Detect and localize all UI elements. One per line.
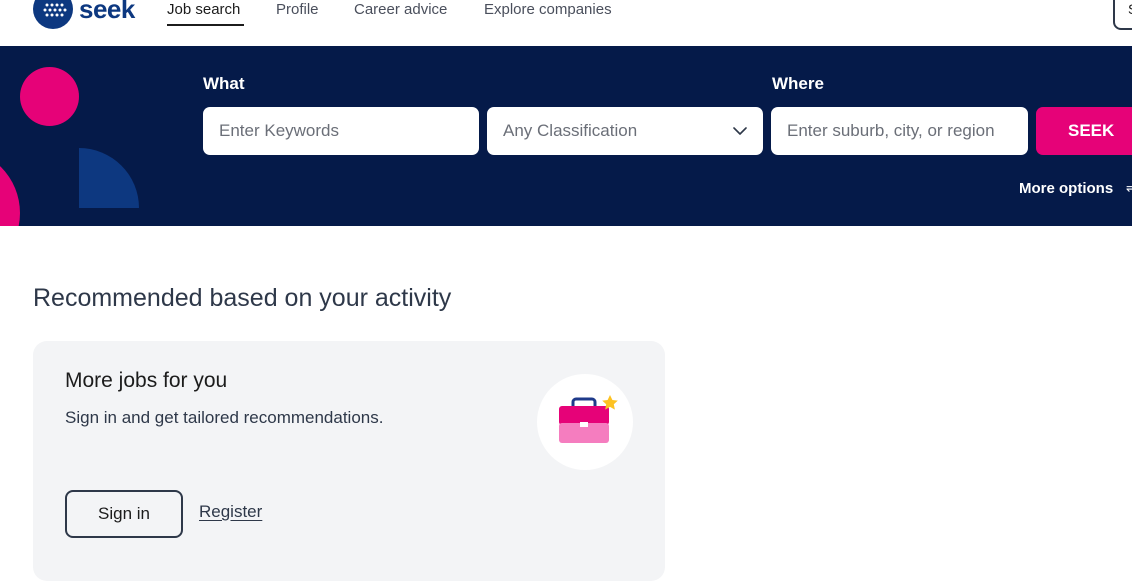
seek-logo[interactable]: seek (33, 0, 135, 30)
sign-in-button[interactable]: Sign in (65, 490, 183, 538)
classification-value: Any Classification (503, 121, 638, 140)
top-navigation: seek Job search Profile Career advice Ex… (0, 0, 1132, 46)
search-hero: What Where Enter Keywords Any Classifica… (0, 46, 1132, 226)
card-title: More jobs for you (65, 369, 228, 392)
nav-job-search[interactable]: Job search (167, 0, 240, 20)
active-nav-underline (167, 24, 244, 26)
seek-search-button[interactable]: SEEK (1036, 107, 1132, 155)
decorative-circle (20, 67, 79, 126)
seek-button-label: SEEK (1068, 121, 1115, 140)
seek-logo-text: seek (79, 0, 135, 24)
classification-select[interactable]: Any Classification (487, 107, 763, 155)
seek-logo-icon (33, 0, 73, 29)
more-options-link[interactable]: More options (1019, 180, 1113, 197)
briefcase-star-icon (537, 374, 633, 470)
card-description: Sign in and get tailored recommendations… (65, 408, 384, 427)
where-label: Where (772, 74, 824, 93)
chevron-down-icon (733, 127, 747, 135)
employer-site-button[interactable]: S (1113, 0, 1132, 30)
nav-explore-companies[interactable]: Explore companies (484, 0, 612, 20)
location-placeholder: Enter suburb, city, or region (787, 121, 995, 140)
recommendation-card: More jobs for you Sign in and get tailor… (33, 341, 665, 581)
keywords-input[interactable]: Enter Keywords (203, 107, 479, 155)
decorative-arc (0, 148, 20, 226)
keywords-placeholder: Enter Keywords (219, 121, 339, 140)
location-input[interactable]: Enter suburb, city, or region (771, 107, 1028, 155)
section-title: Recommended based on your activity (33, 284, 452, 312)
employer-site-button-label: S (1128, 1, 1132, 17)
filter-icon[interactable]: ⇌ (1126, 180, 1132, 196)
decorative-quarter-circle (79, 148, 139, 208)
nav-profile[interactable]: Profile (276, 0, 319, 20)
what-label: What (203, 74, 245, 93)
nav-career-advice[interactable]: Career advice (354, 0, 447, 20)
sign-in-label: Sign in (98, 504, 150, 523)
register-link[interactable]: Register (199, 502, 262, 522)
